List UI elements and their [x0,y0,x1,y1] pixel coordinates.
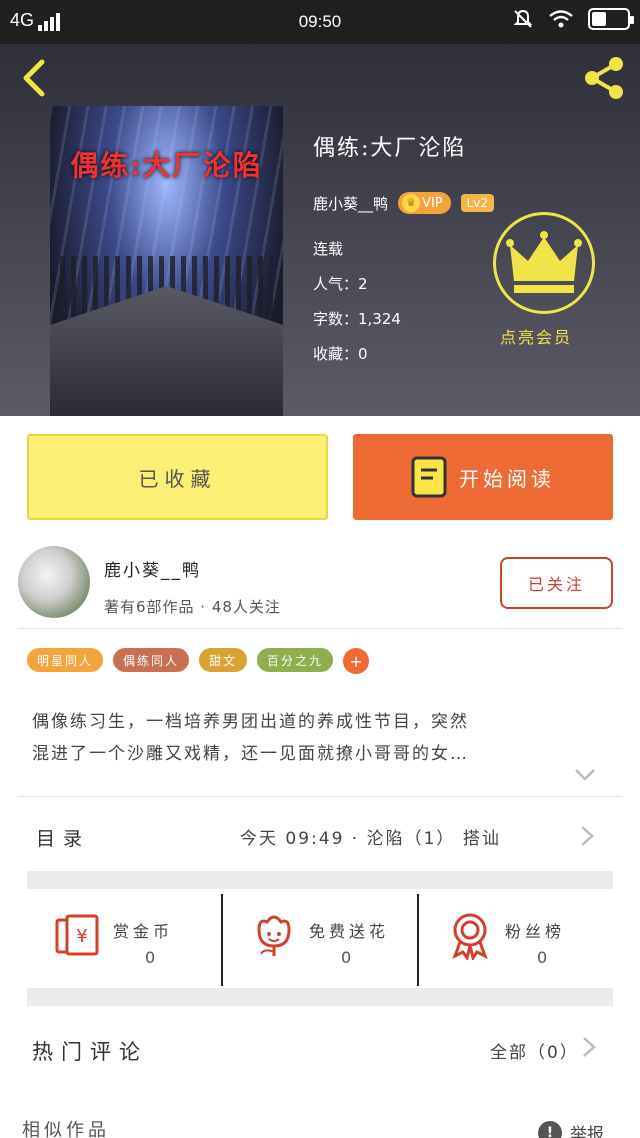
back-icon[interactable] [16,56,56,100]
fan-rank-cell[interactable]: 粉丝榜 0 [417,894,613,986]
vip-crown-icon: ♛ [402,194,421,212]
vip-badge: ♛ VIP [398,192,451,214]
catalog-label: 目录 [36,828,91,850]
section-separator [27,871,613,889]
all-comments-link[interactable]: 全部（0） [490,1038,579,1063]
chevron-right-icon [583,1037,596,1057]
author-meta: 著有6部作品 · 48人关注 [104,598,281,616]
tag-item[interactable]: 偶练同人 [113,648,190,672]
tag-item[interactable]: 明星同人 [27,648,104,672]
collected-button[interactable]: 已收藏 [27,434,328,520]
tag-item[interactable]: 百分之九 [257,648,334,672]
member-crown-button[interactable] [493,212,595,314]
follow-button[interactable]: 已关注 [500,557,613,609]
report-button[interactable]: ! 举报 [538,1120,604,1138]
start-reading-button[interactable]: 开始阅读 [353,434,613,520]
mute-bell-icon [513,9,533,28]
support-stats: ¥ 赏金币 0 免费送花 0 粉丝榜 0 [27,894,613,986]
battery-icon [588,8,634,30]
divider [18,628,622,629]
add-tag-button[interactable]: + [343,648,370,674]
chevron-right-icon [581,826,594,846]
catalog-row[interactable]: 目录 今天 09:49 · 沦陷（1） 搭讪 [0,810,640,862]
divider [18,796,622,797]
popularity: 人气：2 [313,275,368,293]
tag-list: 明星同人 偶练同人 甜文 百分之九 + [27,648,370,674]
book-status: 连载 [313,240,344,258]
hot-comments-row[interactable]: 热门评论 全部（0） [0,1024,640,1074]
free-flower-cell[interactable]: 免费送花 0 [221,894,417,986]
status-icons [512,8,634,30]
book-description[interactable]: 偶像练习生，一档培养男团出道的养成性节目，突然 混进了一个沙雕又戏精，还一见面就… [32,706,604,770]
level-badge: Lv2 [460,194,495,212]
reward-coin-cell[interactable]: ¥ 赏金币 0 [27,894,221,986]
book-author[interactable]: 鹿小葵__鸭 [313,193,388,214]
chevron-down-icon[interactable] [574,768,596,782]
similar-works-title: 相似作品 [22,1120,110,1138]
free-flower-value: 0 [341,948,352,967]
author-name[interactable]: 鹿小葵__鸭 [104,556,201,581]
book-info: 偶练:大厂沦陷 鹿小葵__鸭 ♛ VIP Lv2 连载 人气：2 字数：1,32… [313,130,495,363]
book-title: 偶练:大厂沦陷 [313,136,467,161]
flower-icon [257,915,291,956]
cover-title-art: 偶练:大厂沦陷 [70,149,263,182]
book-cover[interactable]: 偶练:大厂沦陷 [50,106,283,416]
description-line: 混进了一个沙雕又戏精，还一见面就撩小哥哥的女… [32,744,469,764]
report-icon: ! [538,1120,562,1138]
member-label[interactable]: 点亮会员 [500,324,572,348]
favorites-count: 收藏：0 [313,345,368,363]
crown-icon [506,231,582,293]
reward-coin-icon: ¥ [55,914,99,956]
tag-item[interactable]: 甜文 [199,648,248,672]
latest-chapter: 今天 09:49 · 沦陷（1） 搭讪 [240,829,501,849]
author-avatar[interactable] [18,546,90,618]
svg-text:¥: ¥ [76,926,87,947]
hot-comments-title: 热门评论 [32,1040,148,1064]
fan-rank-value: 0 [537,948,548,967]
status-bar: 4G 09:50 [0,0,640,44]
description-line: 偶像练习生，一档培养男团出道的养成性节目，突然 [32,712,469,732]
reward-coin-value: 0 [145,948,156,967]
wifi-icon [549,10,573,28]
share-icon[interactable] [580,54,628,102]
word-count: 字数：1,324 [313,310,401,328]
section-separator [27,988,613,1006]
bottom-row: 相似作品 ! 举报 [0,1108,640,1138]
medal-icon [452,913,488,960]
book-icon [411,456,447,498]
